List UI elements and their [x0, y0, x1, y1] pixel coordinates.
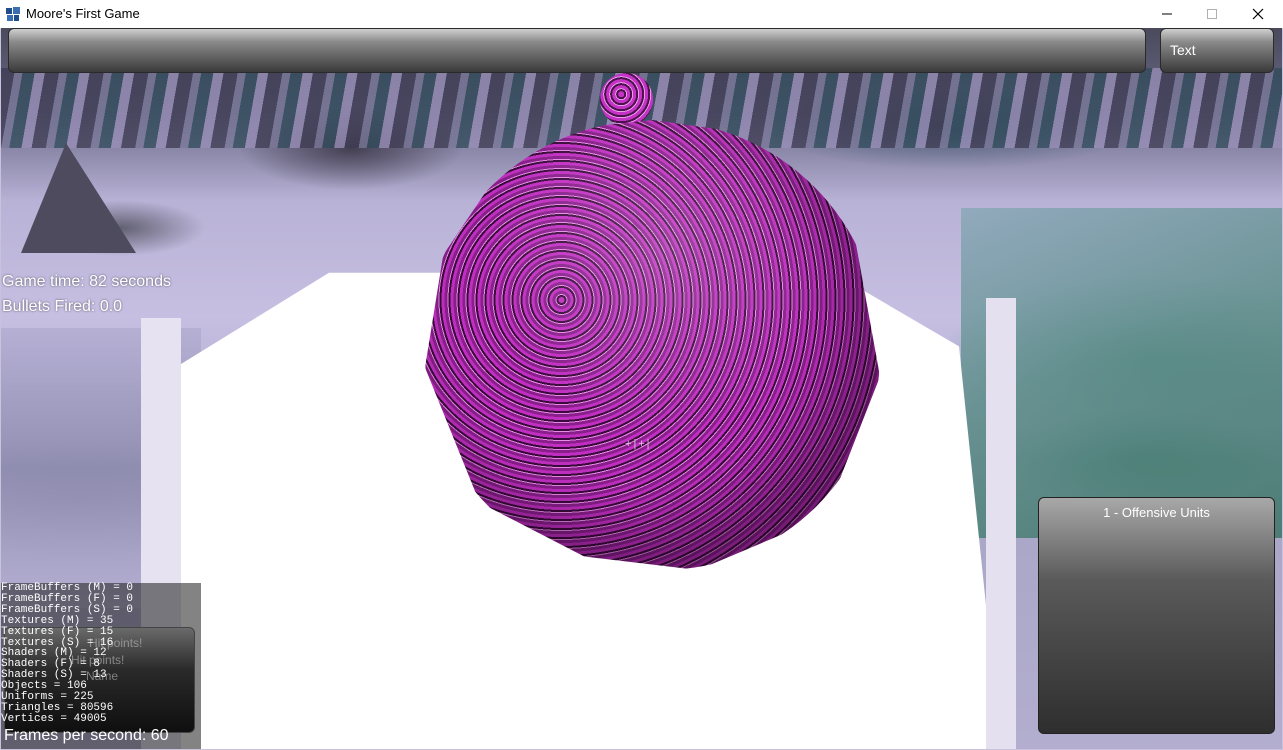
render-stats: FrameBuffers (M) = 0 FrameBuffers (F) = … — [1, 583, 133, 725]
stat-line: Textures (F) = 15 — [1, 625, 114, 638]
close-button[interactable] — [1235, 0, 1281, 28]
title-bar: Moore's First Game — [0, 0, 1283, 29]
minimize-button[interactable] — [1144, 0, 1190, 28]
text-button[interactable]: Text — [1160, 28, 1274, 73]
app-icon — [6, 7, 20, 21]
units-panel-title: 1 - Offensive Units — [1103, 505, 1210, 520]
top-hud-bar — [8, 28, 1146, 73]
offensive-units-panel[interactable]: 1 - Offensive Units — [1038, 497, 1275, 734]
maximize-button[interactable] — [1189, 0, 1235, 28]
minimize-icon — [1162, 13, 1172, 15]
window-title: Moore's First Game — [26, 6, 140, 21]
floor-edge-right — [986, 298, 1016, 749]
stat-line: Vertices = 49005 — [1, 712, 107, 725]
maximize-icon — [1207, 9, 1217, 19]
bullets-fired: Bullets Fired: 0.0 — [2, 298, 123, 315]
target-sphere[interactable] — [425, 120, 880, 570]
terrain-mountain — [21, 143, 136, 253]
crosshair-icon: +|+| — [625, 439, 652, 451]
stat-line: Textures (M) = 35 — [1, 614, 114, 627]
small-sphere — [600, 73, 653, 126]
game-time: Game time: 82 seconds — [2, 273, 171, 290]
game-viewport[interactable]: +|+| Text Game time: 82 seconds Bullets … — [1, 28, 1282, 749]
close-icon — [1252, 8, 1264, 20]
fps-counter: Frames per second: 60 — [4, 727, 169, 744]
text-button-label: Text — [1170, 42, 1196, 58]
